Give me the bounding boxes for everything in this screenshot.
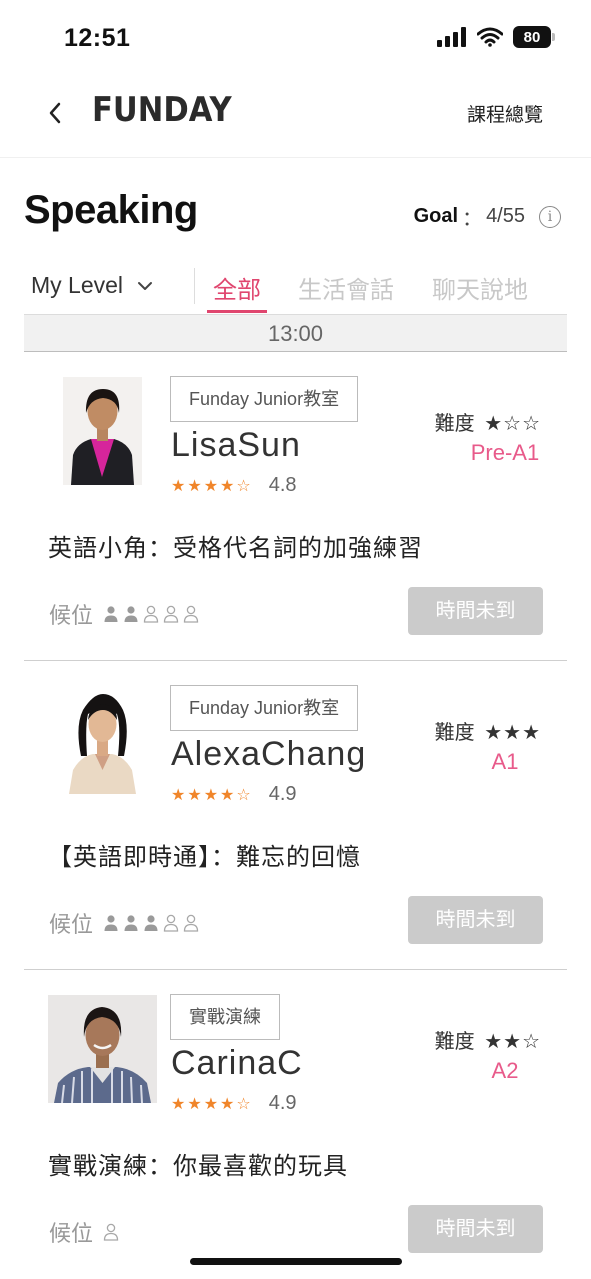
course-tag: 實戰演練 xyxy=(170,994,280,1040)
teacher-photo xyxy=(48,995,157,1103)
active-tab-underline xyxy=(207,310,267,313)
person-filled-icon xyxy=(144,915,158,931)
teacher-name: LisaSun xyxy=(171,426,301,464)
status-bar: 12:51 80 xyxy=(0,0,591,78)
course-tag: Funday Junior教室 xyxy=(170,685,359,731)
chevron-down-icon xyxy=(138,281,153,290)
course-card[interactable]: Funday Junior教室 AlexaChang ★★★★☆ 4.9 難度 … xyxy=(24,661,567,970)
teacher-photo xyxy=(63,377,142,485)
course-title: 英語小角：受格代名詞的加強練習 xyxy=(48,535,423,562)
not-yet-time-button[interactable]: 時間未到 xyxy=(408,1205,543,1253)
teacher-photo xyxy=(63,686,142,794)
teacher-rating: ★★★★☆ 4.9 xyxy=(171,783,297,806)
waitlist: 候位 xyxy=(49,1216,119,1248)
course-title: 實戰演練：你最喜歡的玩具 xyxy=(48,1153,348,1180)
difficulty-stars: ★★★ xyxy=(484,720,541,744)
person-outline-icon xyxy=(143,605,159,623)
rating-value: 4.8 xyxy=(268,474,297,496)
difficulty: 難度 ★★☆ xyxy=(435,1025,541,1054)
difficulty: 難度 ★★★ xyxy=(435,716,541,745)
chevron-left-icon xyxy=(49,102,61,124)
goal-indicator: Goal ： 4/55 i xyxy=(414,202,561,231)
nav-bar: FUNDAY 課程總覽 xyxy=(0,78,591,158)
teacher-name: CarinaC xyxy=(171,1044,303,1082)
waitlist-seats xyxy=(103,1223,119,1241)
home-indicator xyxy=(190,1258,402,1265)
filter-bar: My Level 全部 生活會話 聊天說地 xyxy=(0,260,591,314)
person-filled-icon xyxy=(124,606,138,622)
person-outline-icon xyxy=(183,914,199,932)
funday-logo: FUNDAY xyxy=(92,90,232,130)
time-slot-header: 13:00 xyxy=(24,314,567,352)
difficulty: 難度 ★☆☆ xyxy=(435,407,541,436)
page-title: Speaking xyxy=(24,188,198,232)
wifi-icon xyxy=(477,27,503,47)
goal-value: 4/55 xyxy=(486,205,525,227)
teacher-rating: ★★★★☆ 4.9 xyxy=(171,1092,297,1115)
tab-chat[interactable]: 聊天說地 xyxy=(432,270,528,305)
waitlist: 候位 xyxy=(49,598,199,630)
cefr-level: A1 xyxy=(491,749,519,774)
waitlist-label: 候位 xyxy=(49,912,94,937)
course-card[interactable]: Funday Junior教室 LisaSun ★★★★☆ 4.8 難度 ★☆☆… xyxy=(24,352,567,661)
difficulty-label: 難度 xyxy=(434,722,475,744)
person-outline-icon xyxy=(163,914,179,932)
person-outline-icon xyxy=(103,1223,119,1241)
waitlist-label: 候位 xyxy=(49,603,94,628)
course-card[interactable]: 實戰演練 CarinaC ★★★★☆ 4.9 難度 ★★☆ A2 實戰演練：你最… xyxy=(24,970,567,1279)
tab-all[interactable]: 全部 xyxy=(213,270,261,305)
difficulty-stars: ★☆☆ xyxy=(484,411,541,435)
signal-icon xyxy=(437,27,466,47)
rating-stars: ★★★★☆ xyxy=(171,476,253,495)
person-filled-icon xyxy=(124,915,138,931)
teacher-name: AlexaChang xyxy=(171,735,367,773)
level-dropdown-label: My Level xyxy=(31,272,124,298)
tab-daily-conversation[interactable]: 生活會話 xyxy=(298,270,394,305)
not-yet-time-button[interactable]: 時間未到 xyxy=(408,896,543,944)
waitlist: 候位 xyxy=(49,907,199,939)
person-filled-icon xyxy=(104,606,118,622)
info-icon[interactable]: i xyxy=(539,205,561,228)
rating-value: 4.9 xyxy=(268,1092,297,1114)
rating-stars: ★★★★☆ xyxy=(171,785,253,804)
level-dropdown[interactable]: My Level xyxy=(31,272,153,299)
waitlist-seats xyxy=(103,605,199,623)
waitlist-seats xyxy=(103,914,199,932)
battery-indicator: 80 xyxy=(513,26,555,48)
back-button[interactable] xyxy=(38,96,72,130)
not-yet-time-button[interactable]: 時間未到 xyxy=(408,587,543,635)
person-outline-icon xyxy=(183,605,199,623)
status-time: 12:51 xyxy=(64,24,131,52)
waitlist-label: 候位 xyxy=(49,1221,94,1246)
person-outline-icon xyxy=(163,605,179,623)
course-overview-link[interactable]: 課程總覽 xyxy=(467,100,543,127)
goal-label: Goal xyxy=(413,205,459,227)
course-tag: Funday Junior教室 xyxy=(170,376,359,422)
rating-stars: ★★★★☆ xyxy=(171,1094,253,1113)
cefr-level: A2 xyxy=(491,1058,519,1083)
filter-divider xyxy=(194,268,195,304)
course-title: 【英語即時通】：難忘的回憶 xyxy=(48,844,361,871)
teacher-rating: ★★★★☆ 4.8 xyxy=(171,474,297,497)
cefr-level: Pre-A1 xyxy=(470,440,540,465)
status-icons: 80 xyxy=(437,26,555,48)
difficulty-stars: ★★☆ xyxy=(484,1029,541,1053)
difficulty-label: 難度 xyxy=(434,1031,475,1053)
difficulty-label: 難度 xyxy=(434,413,475,435)
rating-value: 4.9 xyxy=(268,783,297,805)
goal-separator: ： xyxy=(462,208,483,230)
person-filled-icon xyxy=(104,915,118,931)
